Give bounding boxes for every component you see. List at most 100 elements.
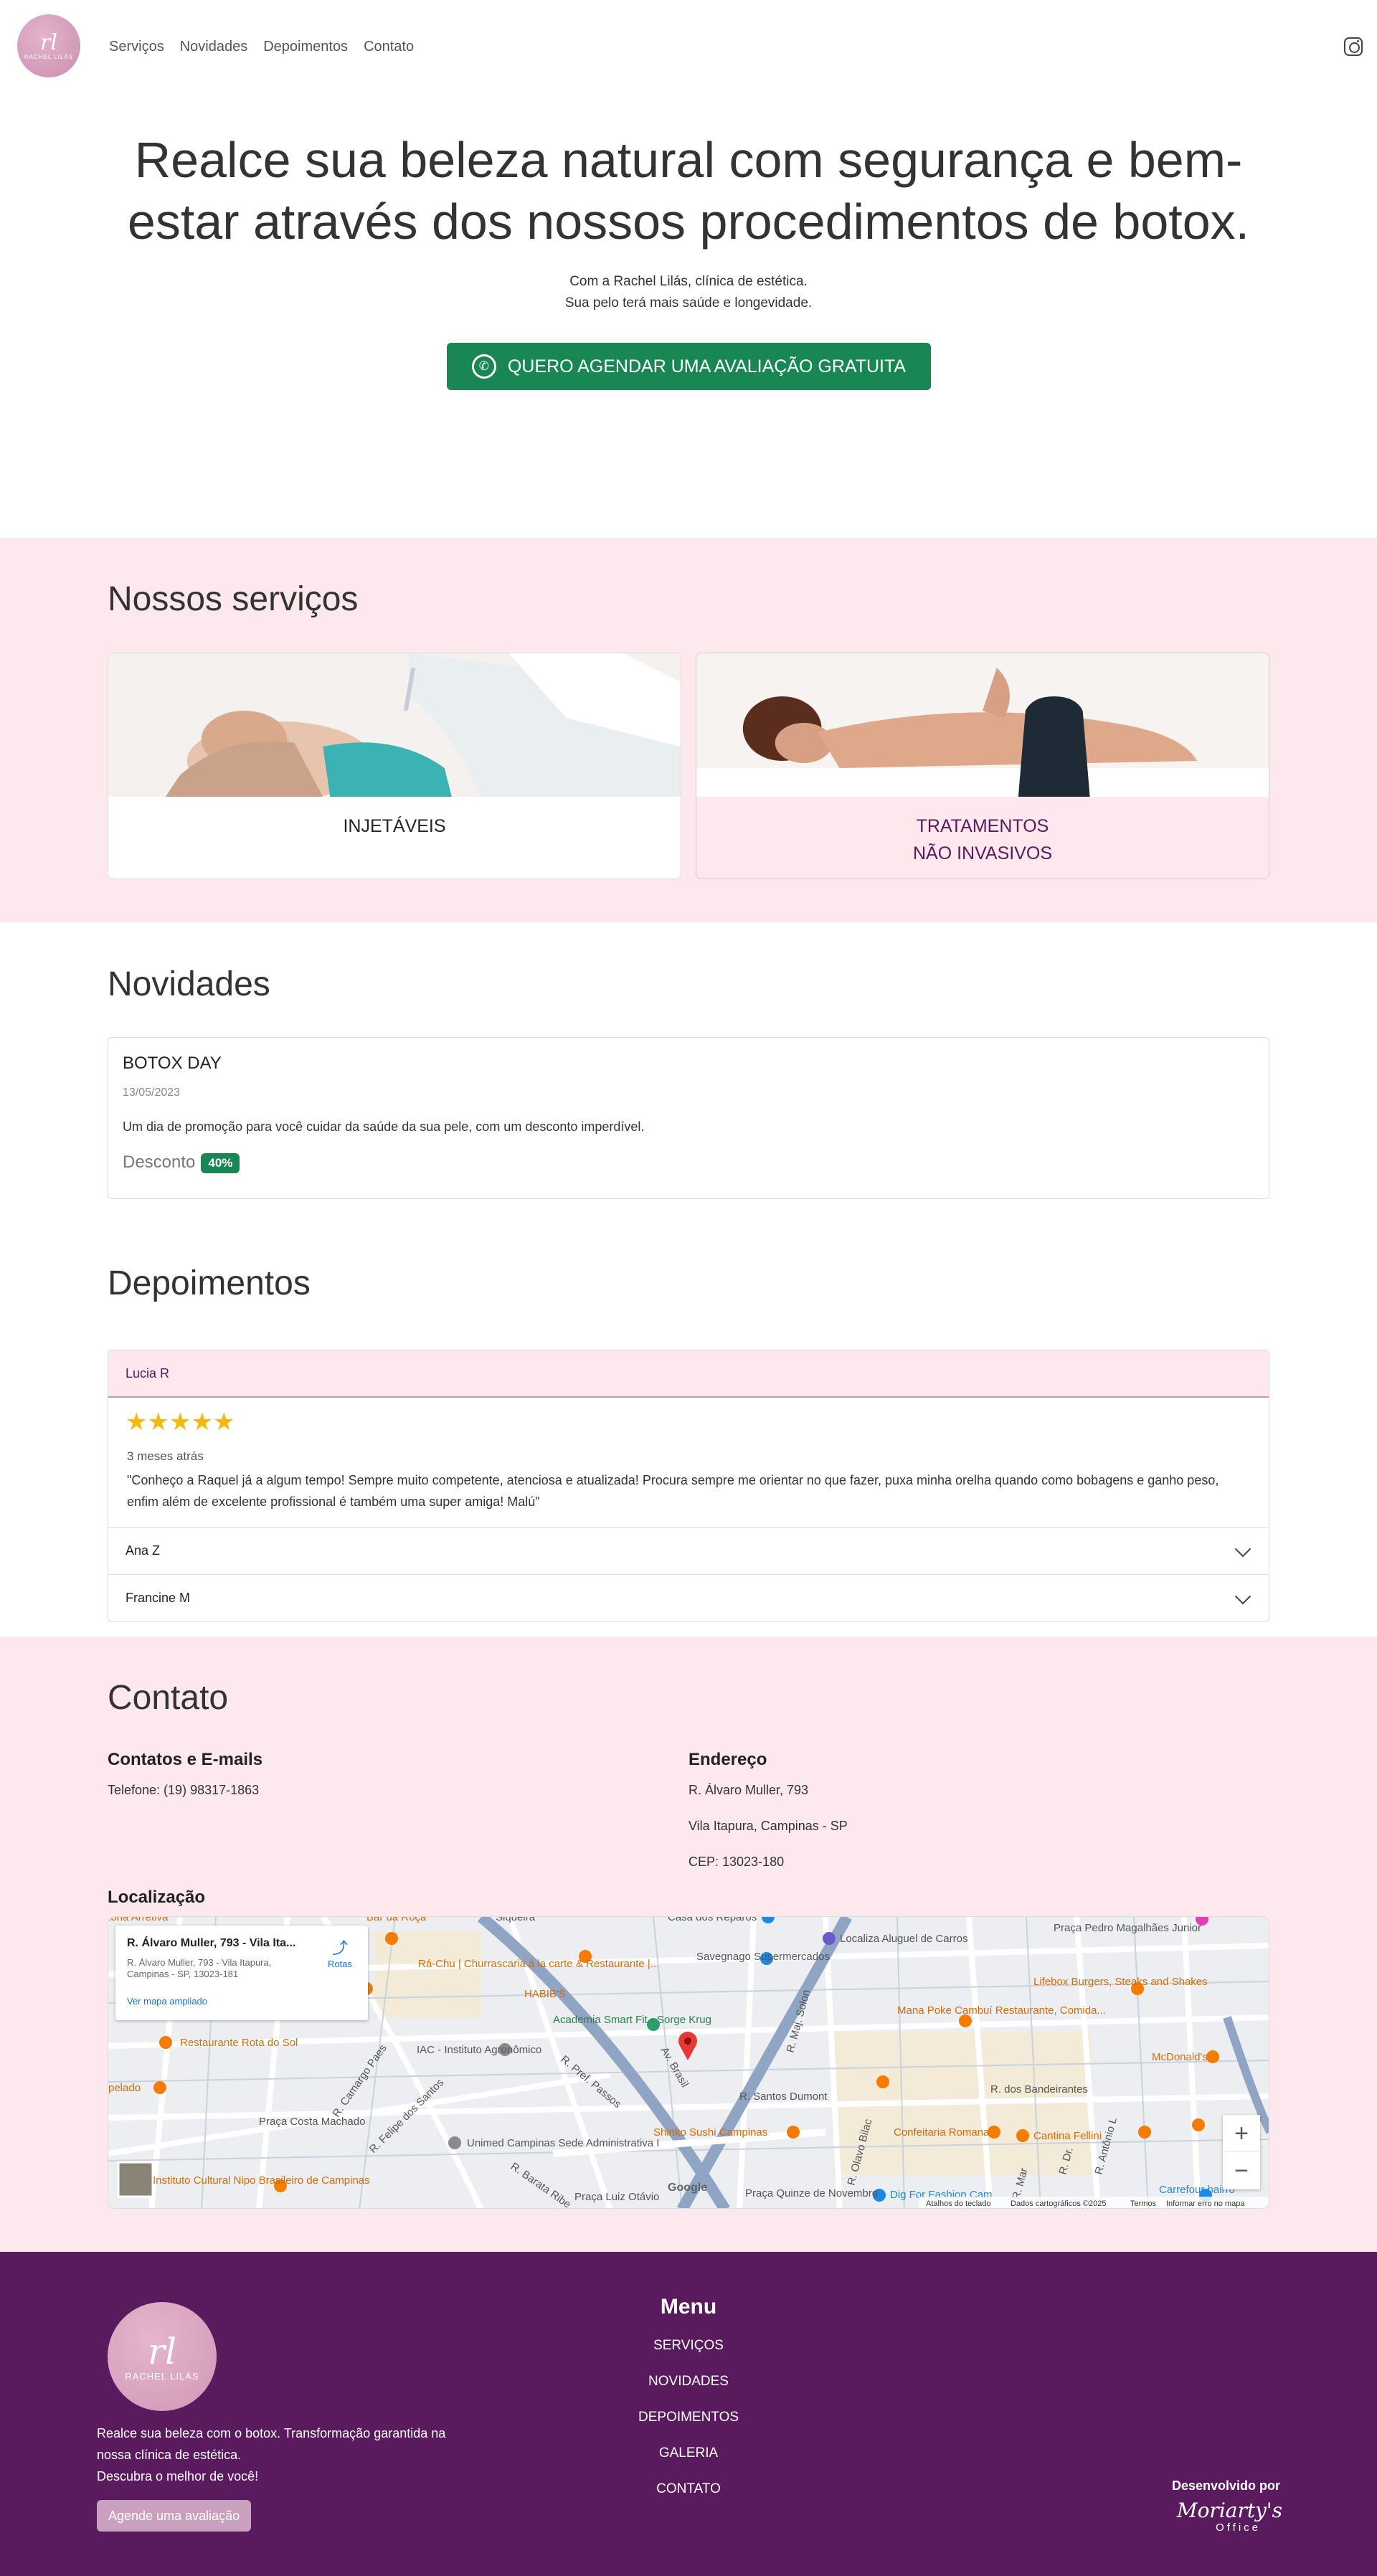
map-label-rota: Restaurante Rota do Sol (180, 2037, 298, 2049)
developer-name: Moriarty's (1176, 2499, 1282, 2522)
map-label-bar-roca: Bar da Roça (366, 1917, 427, 1923)
directions-button[interactable]: ⤴ Rotas (322, 1936, 358, 1969)
instagram-icon[interactable] (1344, 37, 1363, 56)
developer-label: Desenvolvido por (1171, 2478, 1280, 2493)
nav-link-depoimentos[interactable]: Depoimentos (263, 39, 348, 55)
map-label-santos: R. Santos Dumont (739, 2090, 828, 2103)
footer-menu-galeria[interactable]: GALERIA (581, 2445, 796, 2461)
map-label-academia: Academia Smart Fit - Sorge Krug (553, 2014, 711, 2026)
service-card-injetaveis[interactable]: INJETÁVEIS (108, 653, 681, 879)
zoom-in-button[interactable]: + (1223, 2115, 1260, 2152)
map-label-localiza: Localiza Aluguel de Carros (840, 1933, 967, 1945)
footer-menu-novidades[interactable]: NOVIDADES (581, 2374, 796, 2390)
top-navbar: rl RACHEL LILÁS Serviços Novidades Depoi… (0, 0, 1377, 93)
hero-subtitle-line-2: Sua pelo terá mais saúde e longevidade. (564, 295, 813, 311)
service-card-nao-invasivos[interactable]: TRATAMENTOS NÃO INVASIVOS (696, 653, 1269, 879)
footer-menu-contato[interactable]: CONTATO (581, 2481, 796, 2497)
map-label-mana: Mana Poke Cambuí Restaurante, Comida... (897, 2004, 1106, 2017)
map-place-title: R. Álvaro Muller, 793 - Vila Ita... (127, 1937, 296, 1949)
footer-text-line-3: Descubra o melhor de você! (97, 2469, 259, 2483)
nav-links: Serviços Novidades Depoimentos Contato (109, 39, 414, 55)
address-line-3: CEP: 13023-180 (688, 1855, 785, 1869)
map-label-praca-quinze: Praça Quinze de Novembro (745, 2187, 878, 2199)
nav-link-servicos[interactable]: Serviços (109, 39, 164, 55)
map-label-bandeirantes: R. dos Bandeirantes (990, 2083, 1088, 2096)
map-place-address: R. Álvaro Muller, 793 - Vila Itapura, Ca… (127, 1957, 271, 1980)
rating-stars: ★★★★★ (126, 1408, 235, 1436)
directions-icon: ⤴ (331, 1939, 348, 1957)
news-card-title: BOTOX DAY (123, 1053, 222, 1073)
injetaveis-image (108, 653, 681, 797)
zoom-out-button[interactable]: − (1223, 2152, 1260, 2189)
map-label-instituto: Instituto Cultural Nipo Brasileiro de Ca… (153, 2174, 370, 2187)
map-label-mcdonalds: McDonald's (1152, 2051, 1208, 2063)
map-label-pelado: pelado (108, 2082, 141, 2094)
directions-label: Rotas (328, 1959, 352, 1969)
testimonial-name: Lucia R (126, 1366, 170, 1381)
map-label-savegnago: Savegnago Supermercados (696, 1951, 830, 1963)
developer-sub: Office (1216, 2521, 1261, 2534)
testimonial-header-francine[interactable]: Francine M (108, 1574, 1269, 1621)
map-label-siqueira: Siqueira (496, 1917, 536, 1923)
map-place-address-line-2: Campinas - SP, 13023-181 (127, 1969, 239, 1979)
testimonial-text: "Conheço a Raquel já a algum tempo! Semp… (127, 1473, 1219, 1509)
testimonial-time: 3 meses atrás (127, 1449, 204, 1463)
hero-title: Realce sua beleza natural com segurança … (127, 132, 1250, 250)
testimonial-header-ana[interactable]: Ana Z (108, 1527, 1269, 1574)
footer-logo[interactable]: rl RACHEL LILÁS (108, 2302, 217, 2411)
brand-logo[interactable]: rl RACHEL LILÁS (17, 14, 80, 77)
google-logo: Google (668, 2182, 707, 2194)
service-label-line-2: NÃO INVASIVOS (912, 843, 1053, 863)
map-place-address-line-1: R. Álvaro Muller, 793 - Vila Itapura, (127, 1957, 272, 1968)
map-terms-link: Termos (1130, 2199, 1157, 2208)
nao-invasivos-image (696, 653, 1269, 797)
map-shortcuts-link: Atalhos do teclado (926, 2199, 991, 2208)
testimonial-header-lucia[interactable]: Lucia R (108, 1350, 1269, 1398)
news-title: Novidades (108, 965, 270, 1003)
whatsapp-cta-button[interactable]: ✆ QUERO AGENDAR UMA AVALIAÇÃO GRATUITA (447, 343, 931, 390)
logo-monogram: rl (40, 29, 57, 55)
contacts-heading: Contatos e E-mails (108, 1750, 263, 1769)
nav-link-contato[interactable]: Contato (364, 39, 414, 55)
footer-menu-servicos[interactable]: SERVIÇOS (581, 2338, 796, 2354)
chevron-down-icon (1234, 1540, 1251, 1558)
star-icon: ★ (191, 1408, 213, 1436)
footer-cta-button[interactable]: Agende uma avaliação (97, 2500, 252, 2532)
testimonial-name: Francine M (126, 1591, 191, 1605)
nav-link-novidades[interactable]: Novidades (180, 39, 248, 55)
map-label-casa: Casa dos Reparos (668, 1917, 757, 1923)
chevron-down-icon (1234, 1588, 1251, 1605)
phone-text[interactable]: Telefone: (19) 98317-1863 (108, 1783, 259, 1798)
map-data-credit: Dados cartográficos ©2025 (1011, 2199, 1106, 2208)
address-line-1: R. Álvaro Muller, 793 (688, 1783, 809, 1797)
location-heading: Localização (108, 1888, 206, 1907)
footer-text: Realce sua beleza com o botox. Transform… (97, 2423, 445, 2487)
cta-label: QUERO AGENDAR UMA AVALIAÇÃO GRATUITA (507, 356, 907, 377)
star-icon: ★ (147, 1408, 169, 1436)
footer-logo-monogram: rl (148, 2330, 176, 2372)
map-label-habibs: HABIB'S (524, 1988, 566, 2000)
developer-logo[interactable]: Moriarty's Office (1139, 2500, 1282, 2534)
map-label-shinko: Shinko Sushi Campinas (653, 2126, 767, 2139)
news-card-text: Um dia de promoção para você cuidar da s… (123, 1119, 645, 1134)
map-label-conf-romana: Confeitaria Romana (894, 2126, 990, 2139)
footer-menu-depoimentos[interactable]: DEPOIMENTOS (581, 2410, 796, 2425)
map-label-lifebox: Lifebox Burgers, Steaks and Shakes (1033, 1976, 1208, 1988)
footer-menu-title: Menu (660, 2295, 717, 2319)
news-card-date: 13/05/2023 (123, 1086, 181, 1099)
news-card: BOTOX DAY 13/05/2023 Um dia de promoção … (108, 1037, 1269, 1199)
map-label-unimed: Unimed Campinas Sede Administrativa I (467, 2137, 659, 2149)
discount-row: Desconto 40% (123, 1152, 240, 1173)
footer-logo-name: RACHEL LILÁS (125, 2370, 199, 2382)
footer-text-line-1: Realce sua beleza com o botox. Transform… (97, 2426, 446, 2440)
hero-subtitle-line-1: Com a Rachel Lilás, clínica de estética. (569, 274, 808, 289)
map-label-praca-costa: Praça Costa Machado (259, 2116, 365, 2128)
footer-text-line-2: nossa clínica de estética. (97, 2448, 242, 2462)
star-icon: ★ (169, 1408, 191, 1436)
discount-label: Desconto (123, 1152, 196, 1172)
map-label-cantina: Cantina Fellini (1033, 2130, 1102, 2142)
map-label-rachu: Rá-Chu | Churrascaria à la carte & Resta… (418, 1958, 659, 1970)
map-larger-link[interactable]: Ver mapa ampliado (127, 1996, 207, 2007)
service-label-injetaveis: INJETÁVEIS (343, 816, 446, 836)
location-map[interactable]: HABIB'S Rá-Chu | Churrascaria à la carte… (108, 1916, 1269, 2209)
